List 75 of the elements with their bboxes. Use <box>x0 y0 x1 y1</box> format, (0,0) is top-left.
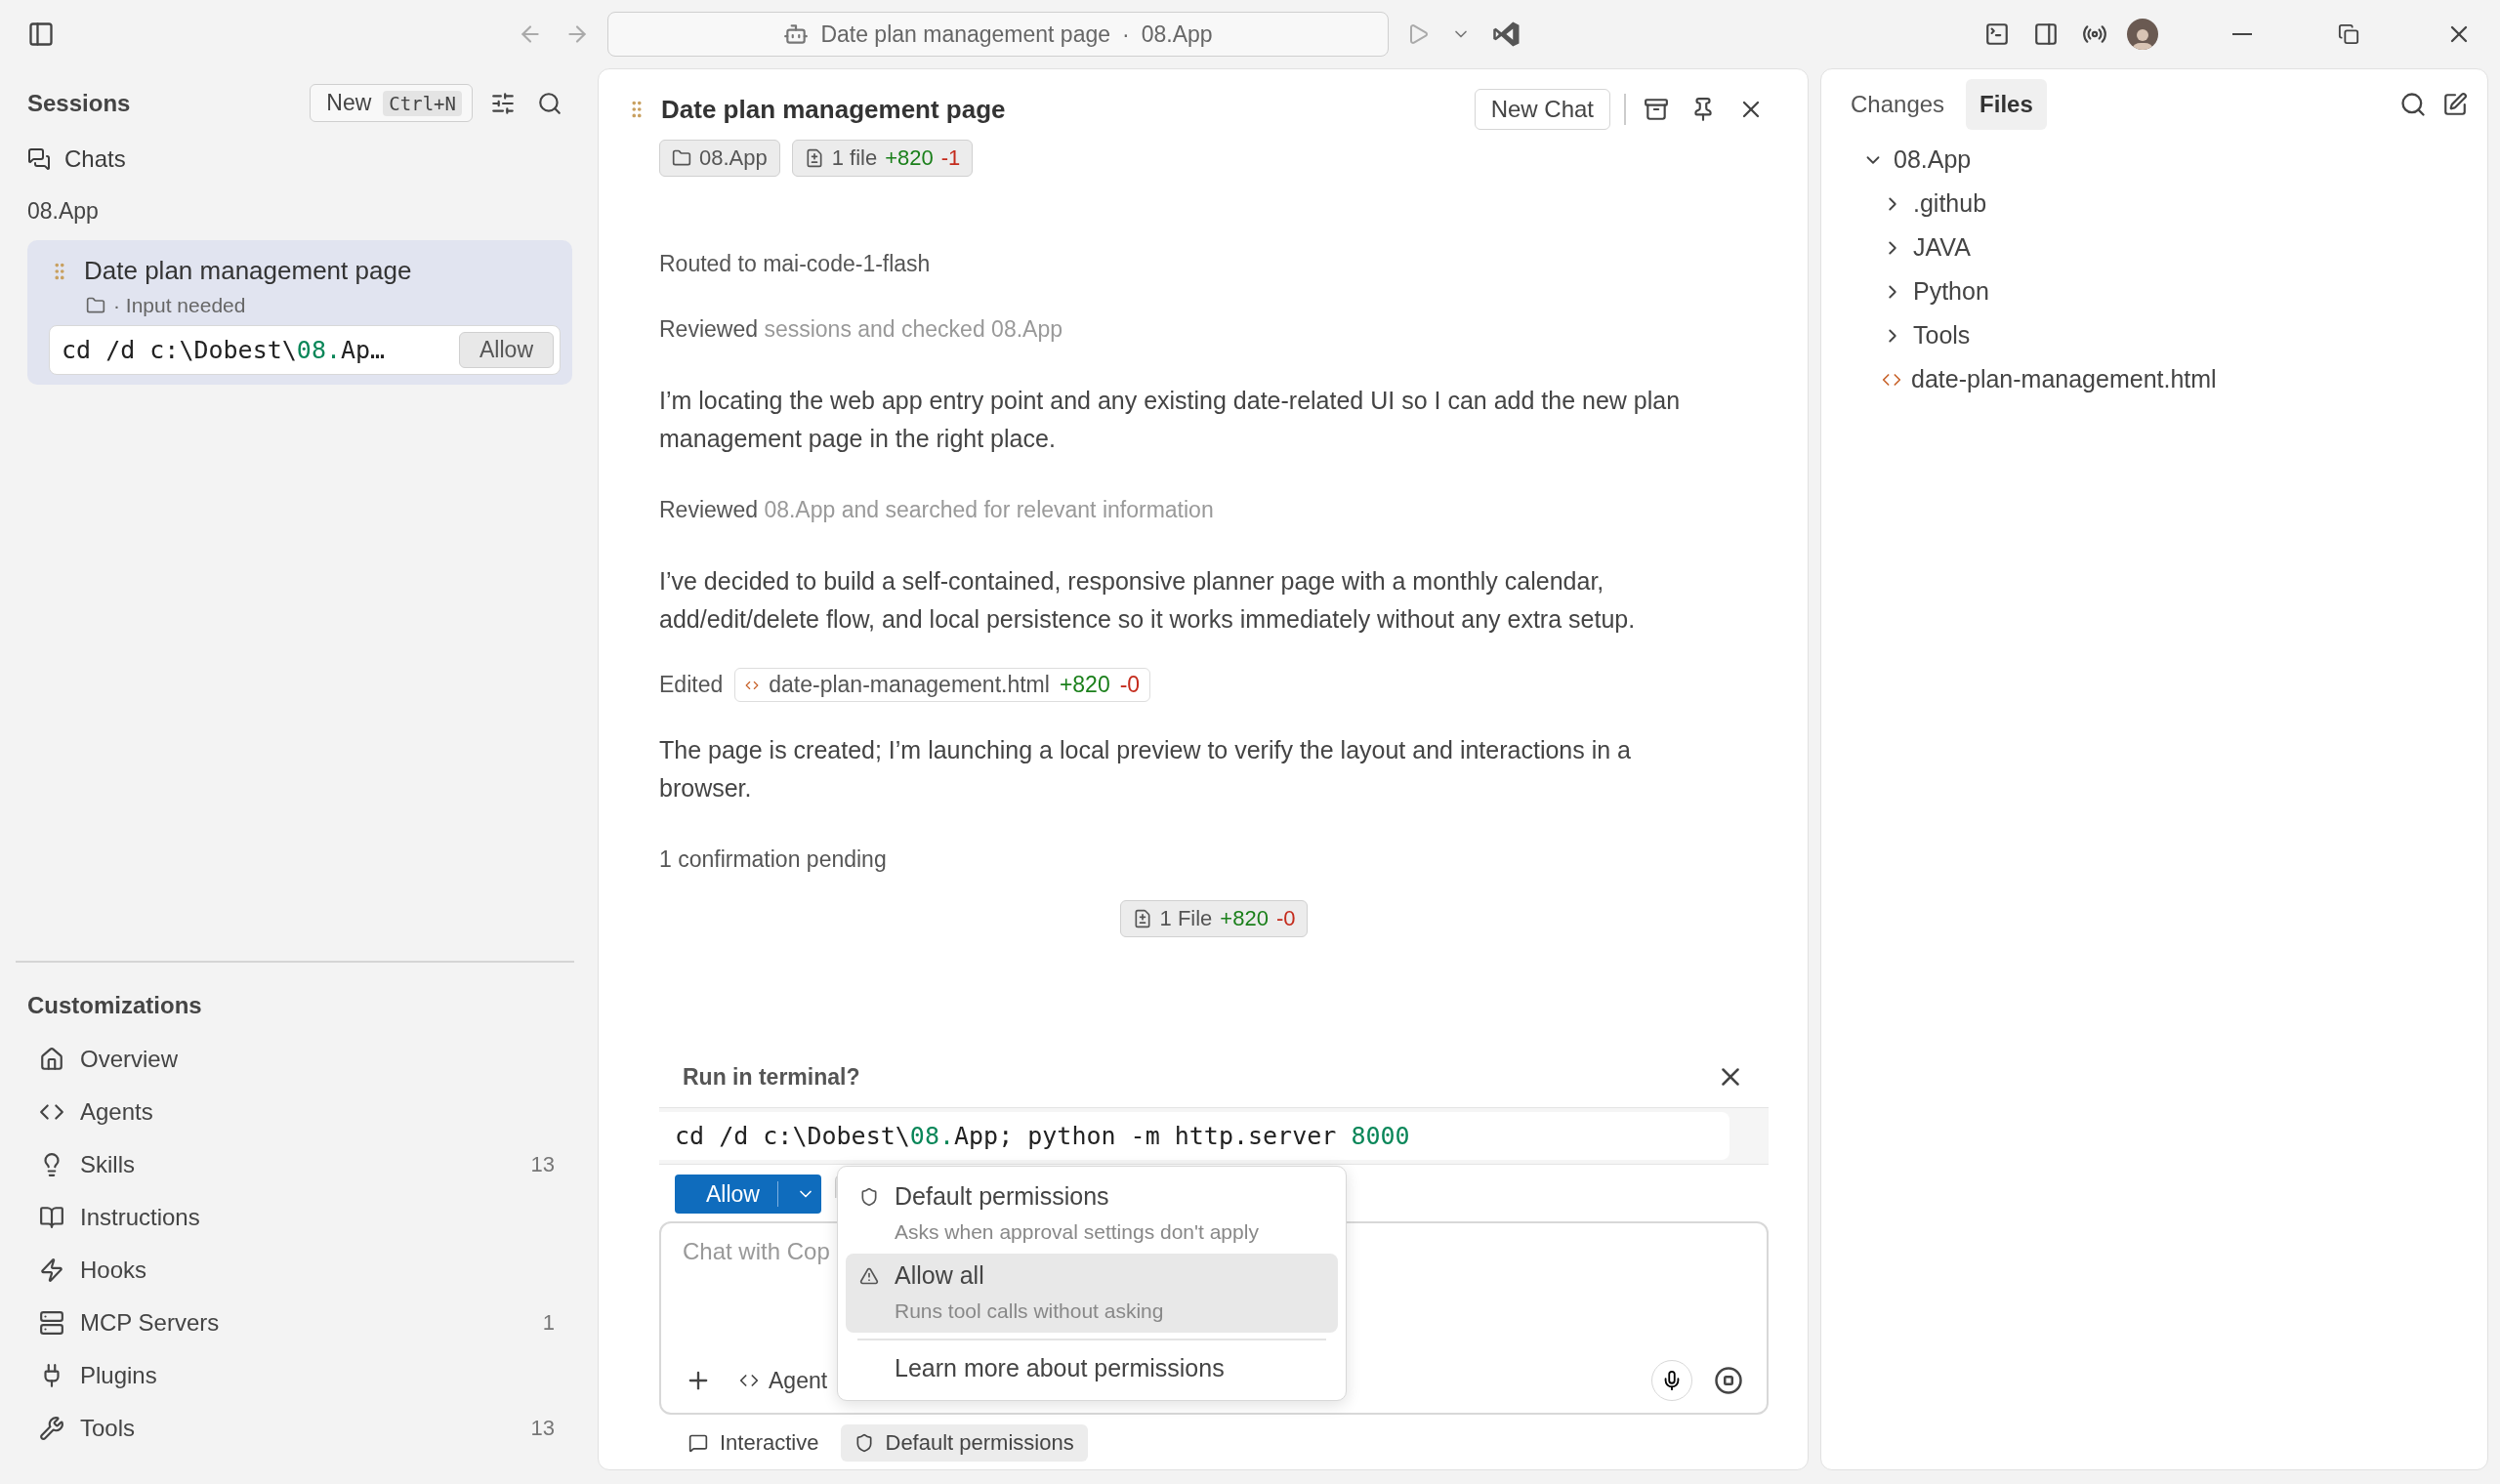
new-session-button[interactable]: New Ctrl+N <box>310 84 473 122</box>
logo <box>1492 20 1521 49</box>
pen-icon <box>2442 92 2468 117</box>
allow-button[interactable]: Allow <box>675 1175 821 1214</box>
changes-chip[interactable]: 1 File +820 -0 <box>1119 900 1309 937</box>
title-search-field[interactable]: Date plan management page · 08.App <box>607 12 1389 57</box>
warning-icon <box>859 1265 879 1286</box>
session-status: · Input needed <box>113 294 246 317</box>
terminal-icon <box>1984 21 2010 47</box>
mode-button[interactable]: Interactive <box>675 1424 833 1462</box>
edited-label: Edited <box>659 672 724 698</box>
group-label: 08.App <box>26 197 100 226</box>
panel-tab[interactable]: Changes <box>1837 79 1959 130</box>
chat-title: Date plan management page <box>661 94 1007 125</box>
avatar[interactable] <box>2127 19 2158 50</box>
folder-chip[interactable]: 08.App <box>659 140 780 177</box>
search-icon <box>537 90 562 116</box>
shield-icon <box>859 1186 879 1207</box>
file-chip[interactable]: date-plan-management.html +820 -0 <box>734 668 1151 702</box>
learn-more-link[interactable]: Learn more about permissions <box>846 1346 1338 1394</box>
wrench-icon <box>39 1416 64 1441</box>
changes-chip[interactable]: 1 file +820 -1 <box>791 140 974 177</box>
house-icon <box>39 1047 64 1072</box>
prompt-title: Run in terminal? <box>683 1063 861 1091</box>
chats-item[interactable]: Chats <box>0 132 586 186</box>
new-chat-button[interactable]: New Chat <box>1474 89 1610 130</box>
customization-item[interactable]: Agents <box>0 1086 586 1138</box>
microphone-button[interactable] <box>1651 1360 1692 1401</box>
tree-item[interactable]: 08.App <box>1837 138 2472 182</box>
archive-icon <box>1644 97 1669 122</box>
sidebar-icon <box>27 21 55 48</box>
session-title: Date plan management page <box>84 256 412 286</box>
minimize-icon <box>2232 33 2252 35</box>
stop-icon <box>1714 1366 1743 1395</box>
activity-text: Reviewed sessions and checked 08.App <box>659 316 1063 343</box>
bot-icon <box>783 21 810 47</box>
tree-item[interactable]: Tools <box>1837 313 2472 357</box>
command-text: cd /d c:\Dobest\08.Ap… <box>62 336 387 364</box>
tree-item[interactable]: JAVA <box>1837 226 2472 269</box>
status-text: Routed to mai-code-1-flash <box>659 251 932 277</box>
server-icon <box>39 1310 64 1336</box>
sessions-heading: Sessions <box>27 89 132 117</box>
customization-item[interactable]: Skills 13 <box>0 1138 586 1191</box>
folder-icon <box>672 148 691 168</box>
message-paragraph: I’ve decided to build a self-contained, responsive planner page with a monthly calendar, add/edit/delete flow, and local persistence so it works immediately without any extra setup. <box>659 566 1637 635</box>
customization-item[interactable]: Tools 13 <box>0 1402 586 1455</box>
search-icon <box>2399 91 2427 118</box>
allow-button[interactable]: Allow <box>459 332 554 368</box>
folder-icon <box>86 296 105 315</box>
tree-item[interactable]: date-plan-management.html <box>1837 357 2472 401</box>
agent-mode-button[interactable]: Agent <box>733 1366 834 1395</box>
status-text: 1 confirmation pending <box>659 846 888 873</box>
customization-item[interactable]: Overview <box>0 1033 586 1086</box>
customizations-heading: Customizations <box>26 991 203 1020</box>
command-text: cd /d c:\Dobest\08.App; python -m http.server 8000 <box>675 1122 1410 1150</box>
session-card[interactable]: Date plan management page · Input needed cd /d c:\Dobest\08.Ap… Allow <box>27 240 572 385</box>
customization-item[interactable]: MCP Servers 1 <box>0 1297 586 1349</box>
message-paragraph: I’m locating the web app entry point and any existing date-related UI so I can add the new plan management page in the right place. <box>659 386 1682 454</box>
mode-button[interactable]: Default permissions <box>840 1424 1088 1462</box>
chat-bubble-icon <box>688 1433 708 1453</box>
customization-item[interactable]: Instructions <box>0 1191 586 1244</box>
menu-item[interactable]: Allow all Runs tool calls without asking <box>846 1254 1338 1333</box>
panel-tab[interactable]: Files <box>1966 79 2047 130</box>
lightning-icon <box>39 1257 64 1283</box>
sliders-icon <box>490 90 516 116</box>
message-paragraph: The page is created; I’m launching a local preview to verify the layout and interactions in a browser. <box>659 735 1632 804</box>
customization-item[interactable]: Hooks <box>0 1244 586 1297</box>
tree-item[interactable]: .github <box>1837 182 2472 226</box>
book-icon <box>39 1205 64 1230</box>
activity-text: Reviewed 08.App and searched for relevant information <box>659 497 1215 523</box>
chat-bubbles-icon <box>27 147 51 171</box>
restore-icon <box>2338 23 2359 45</box>
panel-icon <box>2033 21 2059 47</box>
tree-item[interactable]: Python <box>1837 269 2472 313</box>
customization-item[interactable]: Plugins <box>0 1349 586 1402</box>
